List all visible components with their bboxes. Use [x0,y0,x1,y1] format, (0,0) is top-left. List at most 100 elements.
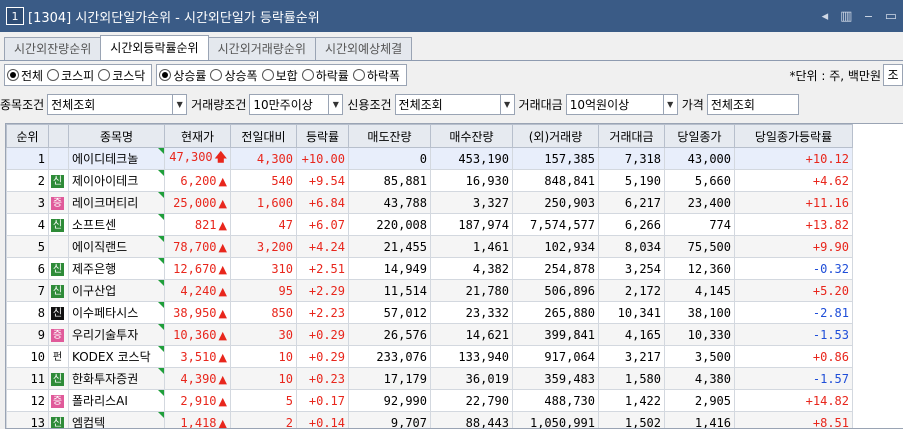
stock-badge-icon: 신 [51,263,64,276]
table-row[interactable]: 8신이수페타시스38,950▲850+2.2357,01223,332265,8… [7,302,853,324]
stock-name[interactable]: 이구산업 [72,284,116,298]
maximize-icon[interactable]: ▭ [885,9,897,24]
table-row[interactable]: 6신제주은행12,670▲310+2.5114,9494,382254,8783… [7,258,853,280]
radio-rise-amount[interactable]: 상승폭 [210,67,257,84]
badge-cell: 신 [49,258,69,280]
stock-name-cell[interactable]: 소프트센 [69,214,165,236]
tab-expected-trade[interactable]: 시간외예상체결 [315,37,412,60]
bid-volume-cell: 22,790 [431,390,513,412]
stock-name-cell[interactable]: 엠컴텍 [69,412,165,429]
amount-condition-select[interactable]: 10억원이상▼ [566,94,678,115]
radio-fall-amount[interactable]: 하락폭 [353,67,400,84]
rate-cell: +2.29 [297,280,349,302]
stock-name[interactable]: 한화투자증권 [72,372,138,386]
table-row[interactable]: 7신이구산업4,240▲95+2.2911,51421,780506,8962,… [7,280,853,302]
corner-flag-icon [158,302,164,308]
layout-icon[interactable]: ▥ [840,9,852,24]
volume-condition-select[interactable]: 10만주이상▼ [249,94,343,115]
trade-volume-cell: 506,896 [513,280,599,302]
radio-unchanged[interactable]: 보합 [262,67,298,84]
close-rate-cell: -1.57 [735,368,853,390]
col-price[interactable]: 현재가 [165,125,231,148]
radio-rise-rate[interactable]: 상승률 [159,67,206,84]
credit-condition-select[interactable]: 전체조회▼ [395,94,515,115]
radio-all[interactable]: 전체 [7,67,43,84]
stock-name-cell[interactable]: 한화투자증권 [69,368,165,390]
stock-name[interactable]: 제주은행 [72,262,116,276]
ask-volume-cell: 220,008 [349,214,431,236]
stock-name[interactable]: 소프트센 [72,218,116,232]
credit-condition-label: 신용조건 [347,96,391,113]
stock-name-cell[interactable]: 제이아이테크 [69,170,165,192]
stock-name-cell[interactable]: 레이크머티리 [69,192,165,214]
price-cell: 78,700▲ [165,236,231,258]
stock-name-cell[interactable]: 이수페타시스 [69,302,165,324]
window-number-badge[interactable]: 1 [6,7,24,25]
table-row[interactable]: 2신제이아이테크6,200▲540+9.5485,88116,930848,84… [7,170,853,192]
triangle-up-icon: ▲ [219,373,227,386]
radio-fall-rate[interactable]: 하락률 [302,67,349,84]
tab-volume-rank[interactable]: 시간외거래량순위 [208,37,316,60]
col-close-price[interactable]: 당일종가 [665,125,735,148]
col-name[interactable]: 종목명 [69,125,165,148]
stock-name-cell[interactable]: 에이직랜드 [69,236,165,258]
table-row[interactable]: 13신엠컴텍1,418▲2+0.149,70788,4431,050,9911,… [7,412,853,429]
col-rate[interactable]: 등락률 [297,125,349,148]
radio-dot-icon [353,69,365,81]
stock-condition-select[interactable]: 전체조회▼ [47,94,187,115]
table-row[interactable]: 3증레이크머티리25,000▲1,600+6.8443,7883,327250,… [7,192,853,214]
stock-badge-icon: 펀 [51,351,64,364]
tab-balance-rank[interactable]: 시간외잔량순위 [4,37,101,60]
table-row[interactable]: 10펀KODEX 코스닥3,510▲10+0.29233,076133,9409… [7,346,853,368]
radio-kospi[interactable]: 코스피 [47,67,94,84]
trade-amount-cell: 10,341 [599,302,665,324]
bid-volume-cell: 21,780 [431,280,513,302]
col-trade-volume[interactable]: (외)거래량 [513,125,599,148]
col-change[interactable]: 전일대비 [231,125,297,148]
change-cell: 30 [231,324,297,346]
ask-volume-cell: 14,949 [349,258,431,280]
tab-change-rate-rank[interactable]: 시간외등락률순위 [100,35,208,60]
ask-volume-cell: 92,990 [349,390,431,412]
stock-name-cell[interactable]: 이구산업 [69,280,165,302]
table-row[interactable]: 9증우리기술투자10,360▲30+0.2926,57614,621399,84… [7,324,853,346]
price-cell: 6,200▲ [165,170,231,192]
price-condition-select[interactable]: 전체조회 [707,94,799,115]
stock-name[interactable]: 엠컴텍 [72,416,105,429]
stock-name-cell[interactable]: 제주은행 [69,258,165,280]
triangle-up-icon: ▲ [219,263,227,276]
stock-name[interactable]: 우리기술투자 [72,328,138,342]
stock-name-cell[interactable]: 우리기술투자 [69,324,165,346]
stock-name[interactable]: 에이직랜드 [72,240,127,254]
stock-name[interactable]: 레이크머티리 [72,196,138,210]
trade-volume-cell: 157,385 [513,148,599,170]
triangle-up-icon: ▲ [219,417,227,429]
col-rank[interactable]: 순위 [7,125,49,148]
price-condition-label: 가격 [682,96,704,113]
radio-kosdaq[interactable]: 코스닥 [98,67,145,84]
col-close-rate[interactable]: 당일종가등락률 [735,125,853,148]
stock-name[interactable]: 제이아이테크 [72,174,138,188]
stock-name[interactable]: 폴라리스AI [72,394,128,408]
col-ask-volume[interactable]: 매도잔량 [349,125,431,148]
table-row[interactable]: 5에이직랜드78,700▲3,200+4.2421,4551,461102,93… [7,236,853,258]
table-row[interactable]: 12증폴라리스AI2,910▲5+0.1792,99022,790488,730… [7,390,853,412]
stock-name-cell[interactable]: KODEX 코스닥 [69,346,165,368]
stock-name[interactable]: 이수페타시스 [72,306,138,320]
collapse-arrow-icon[interactable]: ◂ [822,9,829,24]
stock-name-cell[interactable]: 에이디테크놀 [69,148,165,170]
col-trade-amount[interactable]: 거래대금 [599,125,665,148]
table-row[interactable]: 4신소프트센821▲47+6.07220,008187,9747,574,577… [7,214,853,236]
trade-volume-cell: 488,730 [513,390,599,412]
close-price-cell: 23,400 [665,192,735,214]
price-value: 2,910 [180,394,216,408]
table-row[interactable]: 11신한화투자증권4,390▲10+0.2317,17936,019359,48… [7,368,853,390]
stock-name-cell[interactable]: 폴라리스AI [69,390,165,412]
col-bid-volume[interactable]: 매수잔량 [431,125,513,148]
bid-volume-cell: 36,019 [431,368,513,390]
stock-name[interactable]: KODEX 코스닥 [72,350,151,364]
minimize-icon[interactable]: ‒ [864,9,872,24]
table-row[interactable]: 1에이디테크놀47,300🡅4,300+10.000453,190157,385… [7,148,853,170]
stock-name[interactable]: 에이디테크놀 [72,152,138,166]
query-button[interactable]: 조 [883,64,903,86]
